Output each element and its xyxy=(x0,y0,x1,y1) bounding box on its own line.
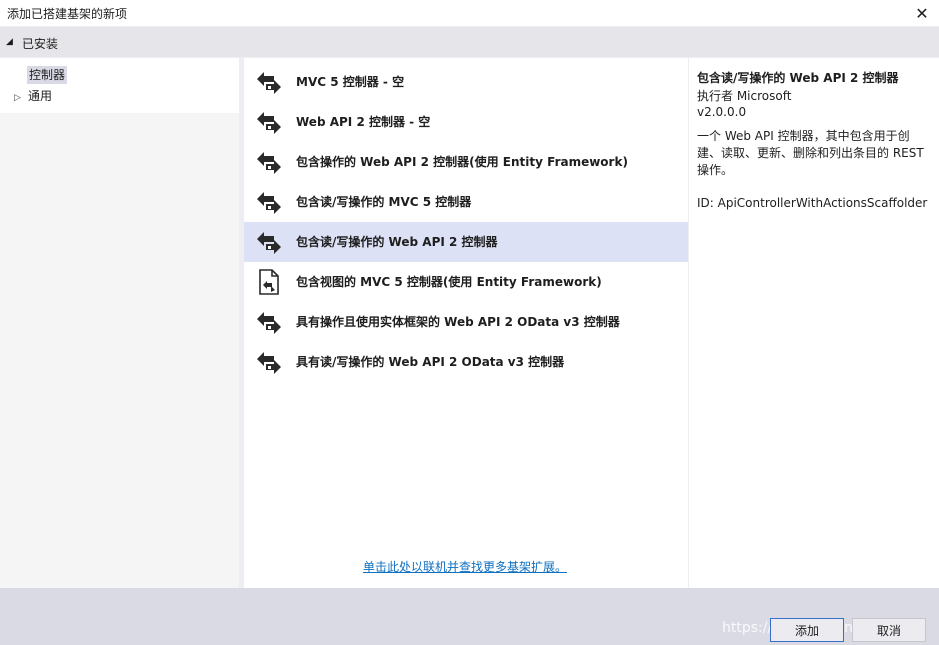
controller-icon xyxy=(254,308,284,336)
scaffolder-item[interactable]: 包含读/写操作的 MVC 5 控制器 xyxy=(244,182,688,222)
scaffolder-item[interactable]: MVC 5 控制器 - 空 xyxy=(244,62,688,102)
dialog-title: 添加已搭建基架的新项 xyxy=(7,7,128,21)
dialog-footer: https://blog.csdn.net/zarkuo 添加 取消 xyxy=(0,588,939,645)
scaffolder-item[interactable]: 包含读/写操作的 Web API 2 控制器 xyxy=(244,222,688,262)
details-author: 执行者 Microsoft xyxy=(697,89,792,103)
controller-icon xyxy=(254,228,284,256)
tree-item-general-label: 通用 xyxy=(28,89,53,103)
details-pane: 包含读/写操作的 Web API 2 控制器 执行者 Microsoft v2.… xyxy=(689,58,939,588)
scaffolder-item[interactable]: 具有读/写操作的 Web API 2 OData v3 控制器 xyxy=(244,342,688,382)
controller-icon xyxy=(254,68,284,96)
scaffolder-item[interactable]: 包含操作的 Web API 2 控制器(使用 Entity Framework) xyxy=(244,142,688,182)
scaffolder-item[interactable]: 包含视图的 MVC 5 控制器(使用 Entity Framework) xyxy=(244,262,688,302)
scaffolder-item-label: 包含读/写操作的 Web API 2 控制器 xyxy=(296,235,498,249)
controller-icon xyxy=(254,188,284,216)
scaffolder-item[interactable]: Web API 2 控制器 - 空 xyxy=(244,102,688,142)
details-title: 包含读/写操作的 Web API 2 控制器 xyxy=(697,71,899,85)
close-icon[interactable]: ✕ xyxy=(910,2,934,24)
title-bar: 添加已搭建基架的新项 ✕ xyxy=(0,0,939,26)
tree-item-controllers[interactable]: 控制器 xyxy=(27,66,68,84)
scaffolder-item-label: 包含操作的 Web API 2 控制器(使用 Entity Framework) xyxy=(296,155,628,169)
view-controller-icon xyxy=(254,268,284,296)
details-id: ID: ApiControllerWithActionsScaffolder xyxy=(697,196,928,210)
details-description: 一个 Web API 控制器，其中包含用于创建、读取、更新、删除和列出条目的 R… xyxy=(697,129,924,177)
cancel-button[interactable]: 取消 xyxy=(852,618,926,642)
controller-icon xyxy=(254,348,284,376)
scaffolder-item-label: 具有读/写操作的 Web API 2 OData v3 控制器 xyxy=(296,355,565,369)
scaffolder-item[interactable]: 具有操作且使用实体框架的 Web API 2 OData v3 控制器 xyxy=(244,302,688,342)
scaffolder-item-label: 具有操作且使用实体框架的 Web API 2 OData v3 控制器 xyxy=(296,315,620,329)
add-button[interactable]: 添加 xyxy=(770,618,844,642)
more-scaffolders-link[interactable]: 单击此处以联机并查找更多基架扩展。 xyxy=(363,558,567,575)
scaffolder-item-label: 包含视图的 MVC 5 控制器(使用 Entity Framework) xyxy=(296,275,602,289)
scaffolder-item-label: 包含读/写操作的 MVC 5 控制器 xyxy=(296,195,472,209)
tree-item-general[interactable]: ▷ 通用 xyxy=(14,87,52,105)
installed-label: 已安装 xyxy=(22,37,59,51)
controller-icon xyxy=(254,108,284,136)
installed-header[interactable]: ◢ 已安装 xyxy=(0,27,939,57)
controller-icon xyxy=(254,148,284,176)
scaffolder-item-label: MVC 5 控制器 - 空 xyxy=(296,75,405,89)
details-version: v2.0.0.0 xyxy=(697,105,747,119)
scaffolder-item-label: Web API 2 控制器 - 空 xyxy=(296,115,431,129)
category-tree: 控制器 ▷ 通用 xyxy=(0,58,239,588)
collapse-triangle-icon[interactable]: ◢ xyxy=(6,37,13,47)
expand-triangle-icon[interactable]: ▷ xyxy=(14,89,28,107)
scaffolder-list: MVC 5 控制器 - 空 Web API 2 控制器 - 空包含操作的 Web … xyxy=(244,58,688,588)
